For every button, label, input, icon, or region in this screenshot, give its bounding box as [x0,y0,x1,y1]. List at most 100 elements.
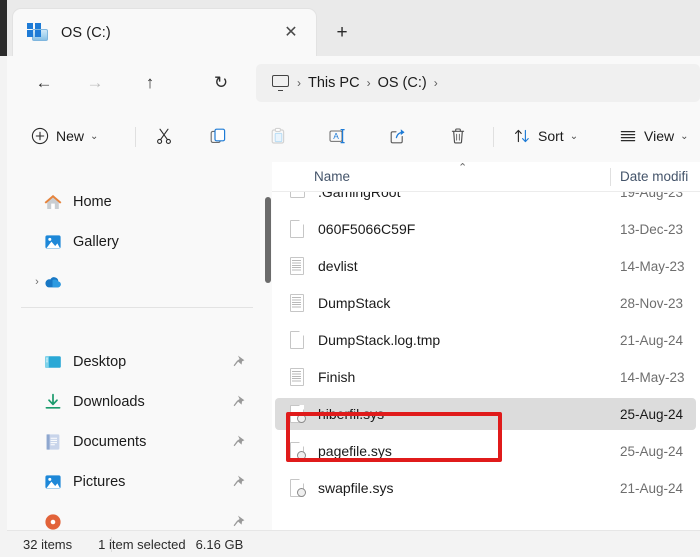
file-date: 21-Aug-24 [620,481,683,496]
tab-title: OS (C:) [61,25,111,41]
file-date: 14-May-23 [620,259,685,274]
sort-button-label: Sort [538,128,564,144]
table-row[interactable]: pagefile.sys 25-Aug-24 [275,435,696,467]
table-row[interactable]: DumpStack 28-Nov-23 [275,287,696,319]
share-icon [389,127,407,145]
view-button-label: View [644,128,674,144]
delete-button[interactable] [441,120,475,152]
file-name: hiberfil.sys [318,406,384,422]
new-tab-button[interactable]: + [330,20,354,44]
file-date: 13-Dec-23 [620,222,683,237]
file-name: swapfile.sys [318,480,393,496]
sidebar-item-label: Pictures [73,474,125,490]
table-row-selected[interactable]: hiberfil.sys 25-Aug-24 [275,398,696,430]
chevron-down-icon: ⌄ [570,131,578,142]
rename-icon: A [328,127,348,145]
navigation-pane: Home Gallery › [7,162,270,530]
breadcrumb-this-pc[interactable]: This PC [308,75,360,91]
paste-button[interactable] [261,120,295,152]
sidebar-item-label: Gallery [73,234,119,250]
cut-button[interactable] [147,120,181,152]
file-name: .GamingRoot [318,192,400,200]
file-date: 25-Aug-24 [620,407,683,422]
sidebar-item-label: Desktop [73,354,126,370]
status-divider [111,537,112,552]
rename-button[interactable]: A [321,120,355,152]
refresh-icon[interactable]: ↻ [206,68,236,98]
pictures-icon [43,472,63,492]
close-icon[interactable]: ✕ [280,22,302,44]
tab-os-c[interactable]: OS (C:) ✕ [12,8,317,56]
title-bar: OS (C:) ✕ + [0,0,700,56]
file-blank-icon [289,330,306,350]
sidebar-item-home[interactable]: Home [17,187,257,217]
pin-icon[interactable] [233,474,247,490]
column-header-name[interactable]: Name [314,169,350,184]
command-toolbar: New ⌄ [7,110,700,162]
sort-arrows-icon [513,127,531,145]
sidebar-item-documents[interactable]: Documents [17,427,257,457]
breadcrumb-separator: › [297,76,301,90]
documents-icon [43,432,63,452]
sidebar-item-downloads[interactable]: Downloads [17,387,257,417]
file-date: 14-May-23 [620,370,685,385]
sidebar-item-onedrive[interactable]: › [17,267,257,297]
file-name: Finish [318,369,355,385]
navigation-bar: ← → ↑ ↻ › This PC › OS (C:) › [7,56,700,110]
column-header-date-modified[interactable]: Date modifi [620,169,688,184]
table-row[interactable]: DumpStack.log.tmp 21-Aug-24 [275,324,696,356]
back-icon[interactable]: ← [29,68,59,98]
address-bar[interactable]: › This PC › OS (C:) › [256,64,700,102]
gallery-icon [43,232,63,252]
file-blank-icon [289,219,306,239]
table-row[interactable]: swapfile.sys 21-Aug-24 [275,472,696,504]
forward-icon[interactable]: → [80,68,110,98]
toolbar-divider [135,127,136,147]
sidebar-scrollbar-thumb[interactable] [265,197,271,283]
pin-icon[interactable] [233,394,247,410]
chevron-down-icon: ⌄ [90,131,98,142]
onedrive-icon [43,272,63,292]
file-name: pagefile.sys [318,443,392,459]
trash-icon [449,127,467,145]
status-bar: 32 items 1 item selected 6.16 GB [7,530,700,557]
copy-button[interactable] [201,120,235,152]
file-list-pane: ⌃ Name Date modifi .GamingRoot 19-Aug-23… [272,162,700,530]
share-button[interactable] [381,120,415,152]
file-name: devlist [318,258,358,274]
sidebar-item-gallery[interactable]: Gallery [17,227,257,257]
sidebar-item-desktop[interactable]: Desktop [17,347,257,377]
breadcrumb-os-c[interactable]: OS (C:) [378,75,427,91]
svg-text:A: A [333,131,339,141]
sidebar-item-label: Documents [73,434,146,450]
sidebar-item-pictures[interactable]: Pictures [17,467,257,497]
scissors-icon [155,127,173,145]
sort-ascending-icon: ⌃ [458,163,467,174]
drive-windows-icon [27,23,49,43]
up-icon[interactable]: ↑ [135,68,165,98]
table-row[interactable]: 060F5066C59F 13-Dec-23 [275,213,696,245]
toolbar-divider [493,127,494,147]
breadcrumb-separator-end[interactable]: › [434,76,438,90]
file-system-icon [289,441,306,461]
file-text-icon [289,367,306,387]
sort-button[interactable]: Sort ⌄ [505,120,586,152]
column-divider[interactable] [610,168,611,186]
table-row[interactable]: devlist 14-May-23 [275,250,696,282]
pin-icon[interactable] [233,434,247,450]
selection-size-label: 6.16 GB [196,537,244,552]
downloads-icon [43,392,63,412]
table-row[interactable]: .GamingRoot 19-Aug-23 [275,192,696,208]
view-list-icon [619,127,637,145]
new-button[interactable]: New ⌄ [23,120,106,152]
file-rows: .GamingRoot 19-Aug-23 060F5066C59F 13-De… [272,192,700,530]
file-date: 25-Aug-24 [620,444,683,459]
pin-icon[interactable] [233,514,247,530]
pin-icon[interactable] [233,354,247,370]
copy-icon [209,127,227,145]
table-row[interactable]: Finish 14-May-23 [275,361,696,393]
chevron-down-icon: ⌄ [680,131,688,142]
file-explorer-window: OS (C:) ✕ + ← → ↑ ↻ › This PC › OS (C:) … [0,0,700,557]
item-count-label: 32 items [23,537,72,552]
view-button[interactable]: View ⌄ [611,120,696,152]
